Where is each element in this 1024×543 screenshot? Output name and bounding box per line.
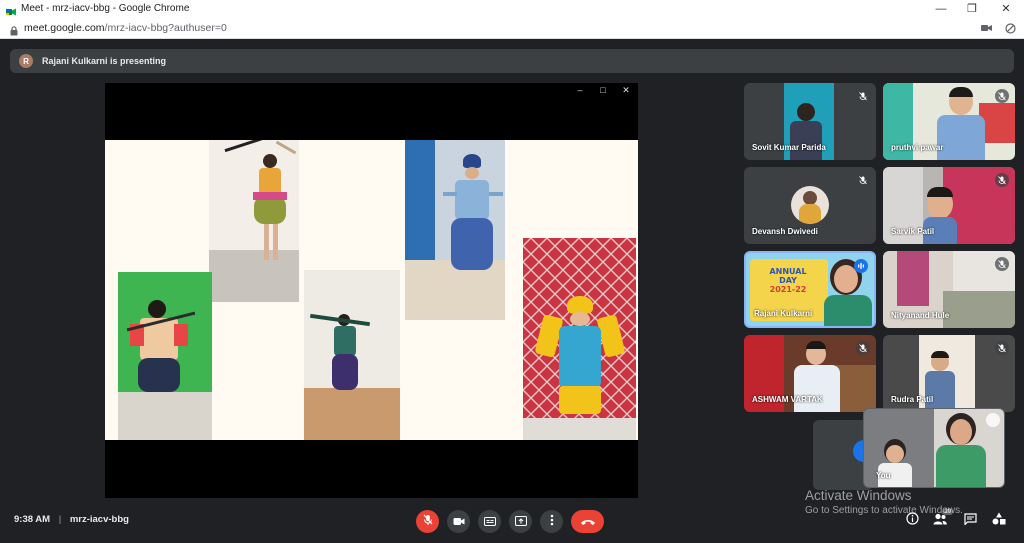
participant-tile[interactable]: ASHWAM VARTAK <box>744 335 876 412</box>
restore-icon[interactable]: ❐ <box>957 0 987 17</box>
dancer-photo <box>405 140 505 320</box>
self-view-tile[interactable]: You <box>863 408 1005 488</box>
mic-off-icon <box>995 341 1009 355</box>
presenting-banner: R Rajani Kulkarni is presenting <box>10 49 1014 73</box>
participant-name: Nityanand Hule <box>891 311 950 320</box>
participant-tile[interactable]: Sovit Kumar Parida <box>744 83 876 160</box>
participant-name: Devansh Dwivedi <box>752 227 818 236</box>
minimize-icon[interactable]: – <box>573 85 587 95</box>
meet-favicon-icon <box>6 4 16 15</box>
window-titlebar: Meet - mrz-iacv-bbg - Google Chrome <box>0 0 1024 17</box>
close-icon[interactable]: ✕ <box>619 85 633 96</box>
camera-indicator-icon[interactable] <box>979 21 993 35</box>
more-vert-icon <box>550 513 554 531</box>
more-options-button[interactable] <box>540 510 563 533</box>
presentation-slide <box>105 140 638 440</box>
dancer-photo <box>209 140 299 302</box>
mic-off-icon <box>856 89 870 103</box>
participant-tile[interactable]: Rudra Patil <box>883 335 1015 412</box>
participant-avatar <box>791 186 829 224</box>
participant-name: pruthvi pawar <box>891 143 944 152</box>
meeting-code: mrz-iacv-bbg <box>69 514 129 525</box>
speaking-indicator-icon <box>854 259 868 273</box>
minimize-icon[interactable]: — <box>926 0 956 17</box>
participant-tile[interactable]: Sarvik Patil <box>883 167 1015 244</box>
maximize-icon[interactable]: □ <box>596 85 610 95</box>
present-screen-button[interactable] <box>509 510 532 533</box>
url-text[interactable]: meet.google.com/mrz-iacv-bbg?authuser=0 <box>24 22 227 34</box>
window-title: Meet - mrz-iacv-bbg - Google Chrome <box>21 3 190 14</box>
activities-button[interactable] <box>991 512 1007 530</box>
annual-day-text: ANNUAL DAY 2021-22 <box>769 267 807 294</box>
dancer-photo <box>523 238 636 440</box>
participant-tile[interactable]: Nityanand Hule <box>883 251 1015 328</box>
mic-off-icon <box>856 341 870 355</box>
participant-tile[interactable]: ANNUAL DAY 2021-22 Rajani Kulkarni <box>744 251 876 328</box>
shapes-icon <box>992 512 1006 530</box>
participant-name: Rajani Kulkarni <box>754 309 813 318</box>
participant-name: Rudra Patil <box>891 395 934 404</box>
captions-icon <box>483 513 496 531</box>
chat-button[interactable] <box>962 513 978 529</box>
close-icon[interactable]: ✕ <box>991 0 1021 17</box>
mic-off-icon <box>995 257 1009 271</box>
participant-tile[interactable]: pruthvi pawar <box>883 83 1015 160</box>
leave-call-button[interactable] <box>571 510 604 533</box>
clock-time: 9:38 AM <box>14 514 51 525</box>
mic-toggle-button[interactable] <box>416 510 439 533</box>
participant-name: Sovit Kumar Parida <box>752 143 826 152</box>
meeting-info: 9:38 AM | mrz-iacv-bbg <box>14 514 129 525</box>
address-bar[interactable]: meet.google.com/mrz-iacv-bbg?authuser=0 <box>0 17 1024 39</box>
mic-off-icon <box>856 173 870 187</box>
blocked-icon[interactable] <box>1003 21 1017 35</box>
activate-windows-watermark: Activate Windows Go to Settings to activ… <box>805 488 963 516</box>
presentation-stage[interactable]: – □ ✕ <box>105 83 638 498</box>
mic-off-icon <box>995 173 1009 187</box>
mic-off-icon <box>995 89 1009 103</box>
captions-button[interactable] <box>478 510 501 533</box>
presenter-avatar: R <box>19 54 33 68</box>
camera-toggle-button[interactable] <box>447 510 470 533</box>
participant-name: Sarvik Patil <box>891 227 935 236</box>
presenting-text: Rajani Kulkarni is presenting <box>42 56 167 66</box>
camera-icon <box>453 513 465 531</box>
participant-name: ASHWAM VARTAK <box>752 395 823 404</box>
present-screen-icon <box>514 513 527 531</box>
self-view-options-icon[interactable] <box>986 413 1000 427</box>
chat-icon <box>963 512 977 530</box>
mic-off-icon <box>423 513 433 531</box>
lock-icon <box>10 23 18 35</box>
self-view-label: You <box>876 471 891 480</box>
dancer-photo <box>304 270 400 440</box>
participant-tile[interactable]: Devansh Dwivedi <box>744 167 876 244</box>
hang-up-icon <box>580 513 596 531</box>
dancer-photo <box>118 272 212 440</box>
